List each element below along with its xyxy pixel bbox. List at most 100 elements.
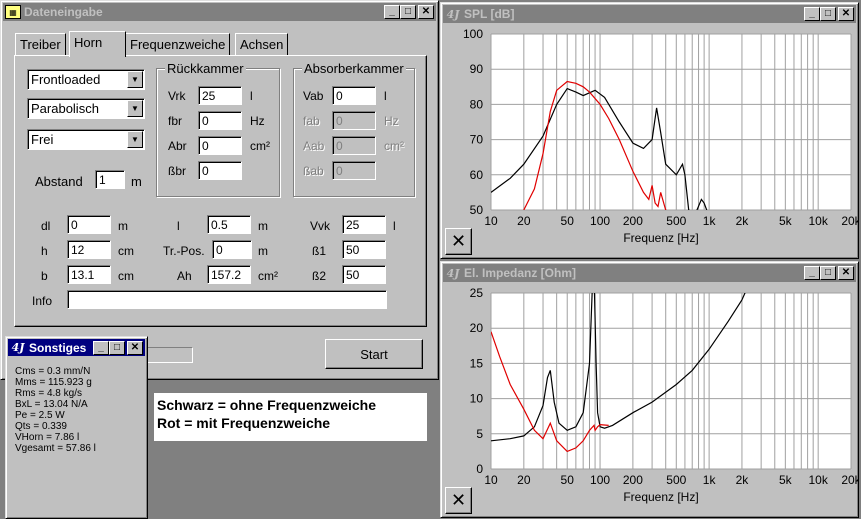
maximize-button[interactable]: □ <box>820 266 836 280</box>
profile-combo[interactable]: Parabolisch ▼ <box>27 98 145 119</box>
tab-horn[interactable]: Horn <box>69 31 126 57</box>
close-button[interactable]: ✕ <box>418 5 434 19</box>
y-tick-label: 100 <box>463 27 483 41</box>
h-input[interactable]: 12 <box>67 240 111 259</box>
y-tick-label: 50 <box>470 203 484 217</box>
spl-window: 4J SPL [dB] _ □ ✕ 50 60 70 80 90 100 10 20 50 100… <box>440 2 859 259</box>
x-tick-label: 50 <box>561 473 575 487</box>
x-tick-label: 500 <box>666 473 686 487</box>
ah-unit: cm² <box>258 269 278 283</box>
minimize-button[interactable]: _ <box>804 266 820 280</box>
vvk-label: Vvk <box>310 219 331 233</box>
close-button[interactable]: ✕ <box>127 340 143 355</box>
fab-input: 0 <box>332 111 376 130</box>
bbr-input[interactable]: 0 <box>198 161 242 180</box>
trpos-input[interactable]: 0 <box>212 240 252 259</box>
impedanz-chart: 0 5 10 15 20 25 10 20 50 100 200 500 1k 2k 5k 10k 20k Fre… <box>470 286 858 504</box>
x-tick-label: 20 <box>517 473 531 487</box>
x-tick-label: 20k <box>841 473 858 487</box>
dateneingabe-titlebar[interactable]: ▦ Dateneingabe _ □ ✕ <box>3 3 436 21</box>
b-label: b <box>41 269 48 283</box>
x-axis-label: Frequenz [Hz] <box>623 231 698 245</box>
maximize-button[interactable]: □ <box>820 7 836 21</box>
y-tick-label: 70 <box>470 133 484 147</box>
impedanz-window: 4J El. Impedanz [Ohm] _ □ ✕ 0 5 10 15 20 25 10… <box>440 261 859 518</box>
x-tick-label: 20k <box>841 214 858 228</box>
close-button[interactable]: ✕ <box>838 266 854 280</box>
sonstiges-list: Cms = 0.3 mm/N Mms = 115.923 g Rms = 4.8… <box>15 366 96 454</box>
environment-combo[interactable]: Frei ▼ <box>27 129 145 150</box>
abr-label: Abr <box>168 139 187 153</box>
vvk-input[interactable]: 25 <box>342 215 386 234</box>
beta1-input[interactable]: 50 <box>342 240 386 259</box>
beta2-label: ß2 <box>312 269 327 283</box>
y-tick-label: 0 <box>476 462 483 476</box>
beta1-label: ß1 <box>312 244 327 258</box>
progress-bar <box>147 347 193 363</box>
impedanz-titlebar[interactable]: 4J El. Impedanz [Ohm] _ □ ✕ <box>443 264 856 282</box>
info-input[interactable] <box>67 290 387 309</box>
x-tick-label: 2k <box>736 214 750 228</box>
rueckkammer-group: Rückkammer Vrk 25 l fbr 0 Hz Abr 0 cm² ß… <box>156 61 280 197</box>
minimize-button[interactable]: _ <box>93 340 109 355</box>
minimize-button[interactable]: _ <box>384 5 400 19</box>
b-unit: cm <box>118 269 134 283</box>
abr-input[interactable]: 0 <box>198 136 242 155</box>
chevron-down-icon[interactable]: ▼ <box>127 131 143 148</box>
tab-treiber[interactable]: Treiber <box>15 33 66 55</box>
vrk-unit: l <box>250 89 253 103</box>
start-button[interactable]: Start <box>325 339 423 369</box>
sonstiges-titlebar[interactable]: 4J Sonstiges _ □ ✕ <box>8 339 145 356</box>
chevron-down-icon[interactable]: ▼ <box>127 71 143 88</box>
close-chart-button[interactable]: ✕ <box>445 228 472 255</box>
x-tick-label: 1k <box>703 214 717 228</box>
aab-input: 0 <box>332 136 376 155</box>
chevron-down-icon[interactable]: ▼ <box>127 100 143 117</box>
close-chart-button[interactable]: ✕ <box>445 487 472 514</box>
ah-label: Ah <box>177 269 192 283</box>
app-icon: ▦ <box>5 5 21 19</box>
h-unit: cm <box>118 244 134 258</box>
x-tick-label: 20 <box>517 214 531 228</box>
fbr-input[interactable]: 0 <box>198 111 242 130</box>
vrk-input[interactable]: 25 <box>198 86 242 105</box>
fbr-label: fbr <box>168 114 183 128</box>
x-axis-label: Frequenz [Hz] <box>623 490 698 504</box>
abstand-input[interactable]: 1 <box>95 170 125 189</box>
x-tick-label: 200 <box>623 473 643 487</box>
vab-input[interactable]: 0 <box>332 86 376 105</box>
vab-label: Vab <box>303 89 324 103</box>
app-logo-icon: 4J <box>11 341 25 354</box>
close-button[interactable]: ✕ <box>838 7 854 21</box>
beta2-input[interactable]: 50 <box>342 265 386 284</box>
aab-unit: cm² <box>384 139 404 153</box>
sonstiges-line: Rms = 4.8 kg/s <box>15 388 82 399</box>
bbr-label: ßbr <box>168 164 186 178</box>
y-tick-label: 10 <box>470 392 484 406</box>
maximize-button[interactable]: □ <box>400 5 416 19</box>
type-combo[interactable]: Frontloaded ▼ <box>27 69 145 90</box>
maximize-button[interactable]: □ <box>109 340 125 355</box>
absorberkammer-title: Absorberkammer <box>302 61 406 76</box>
l-input[interactable]: 0.5 <box>207 215 251 234</box>
y-tick-label: 20 <box>470 321 484 335</box>
y-tick-label: 5 <box>476 427 483 441</box>
y-tick-label: 90 <box>470 62 484 76</box>
x-tick-label: 200 <box>623 214 643 228</box>
tab-achsen[interactable]: Achsen <box>235 33 289 55</box>
vrk-label: Vrk <box>168 89 186 103</box>
x-tick-label: 10 <box>484 214 498 228</box>
x-tick-label: 5k <box>779 214 793 228</box>
x-tick-label: 10k <box>808 473 828 487</box>
b-input[interactable]: 13.1 <box>67 265 111 284</box>
minimize-button[interactable]: _ <box>804 7 820 21</box>
spl-titlebar[interactable]: 4J SPL [dB] _ □ ✕ <box>443 5 856 23</box>
vvk-unit: l <box>393 219 396 233</box>
ah-input[interactable]: 157.2 <box>207 265 251 284</box>
tab-frequenzweiche[interactable]: Frequenzweiche <box>125 33 231 55</box>
dl-input[interactable]: 0 <box>67 215 111 234</box>
sonstiges-line: BxL = 13.04 N/A <box>15 399 88 410</box>
x-tick-label: 10 <box>484 473 498 487</box>
dl-unit: m <box>118 219 128 233</box>
bab-input: 0 <box>332 161 376 180</box>
